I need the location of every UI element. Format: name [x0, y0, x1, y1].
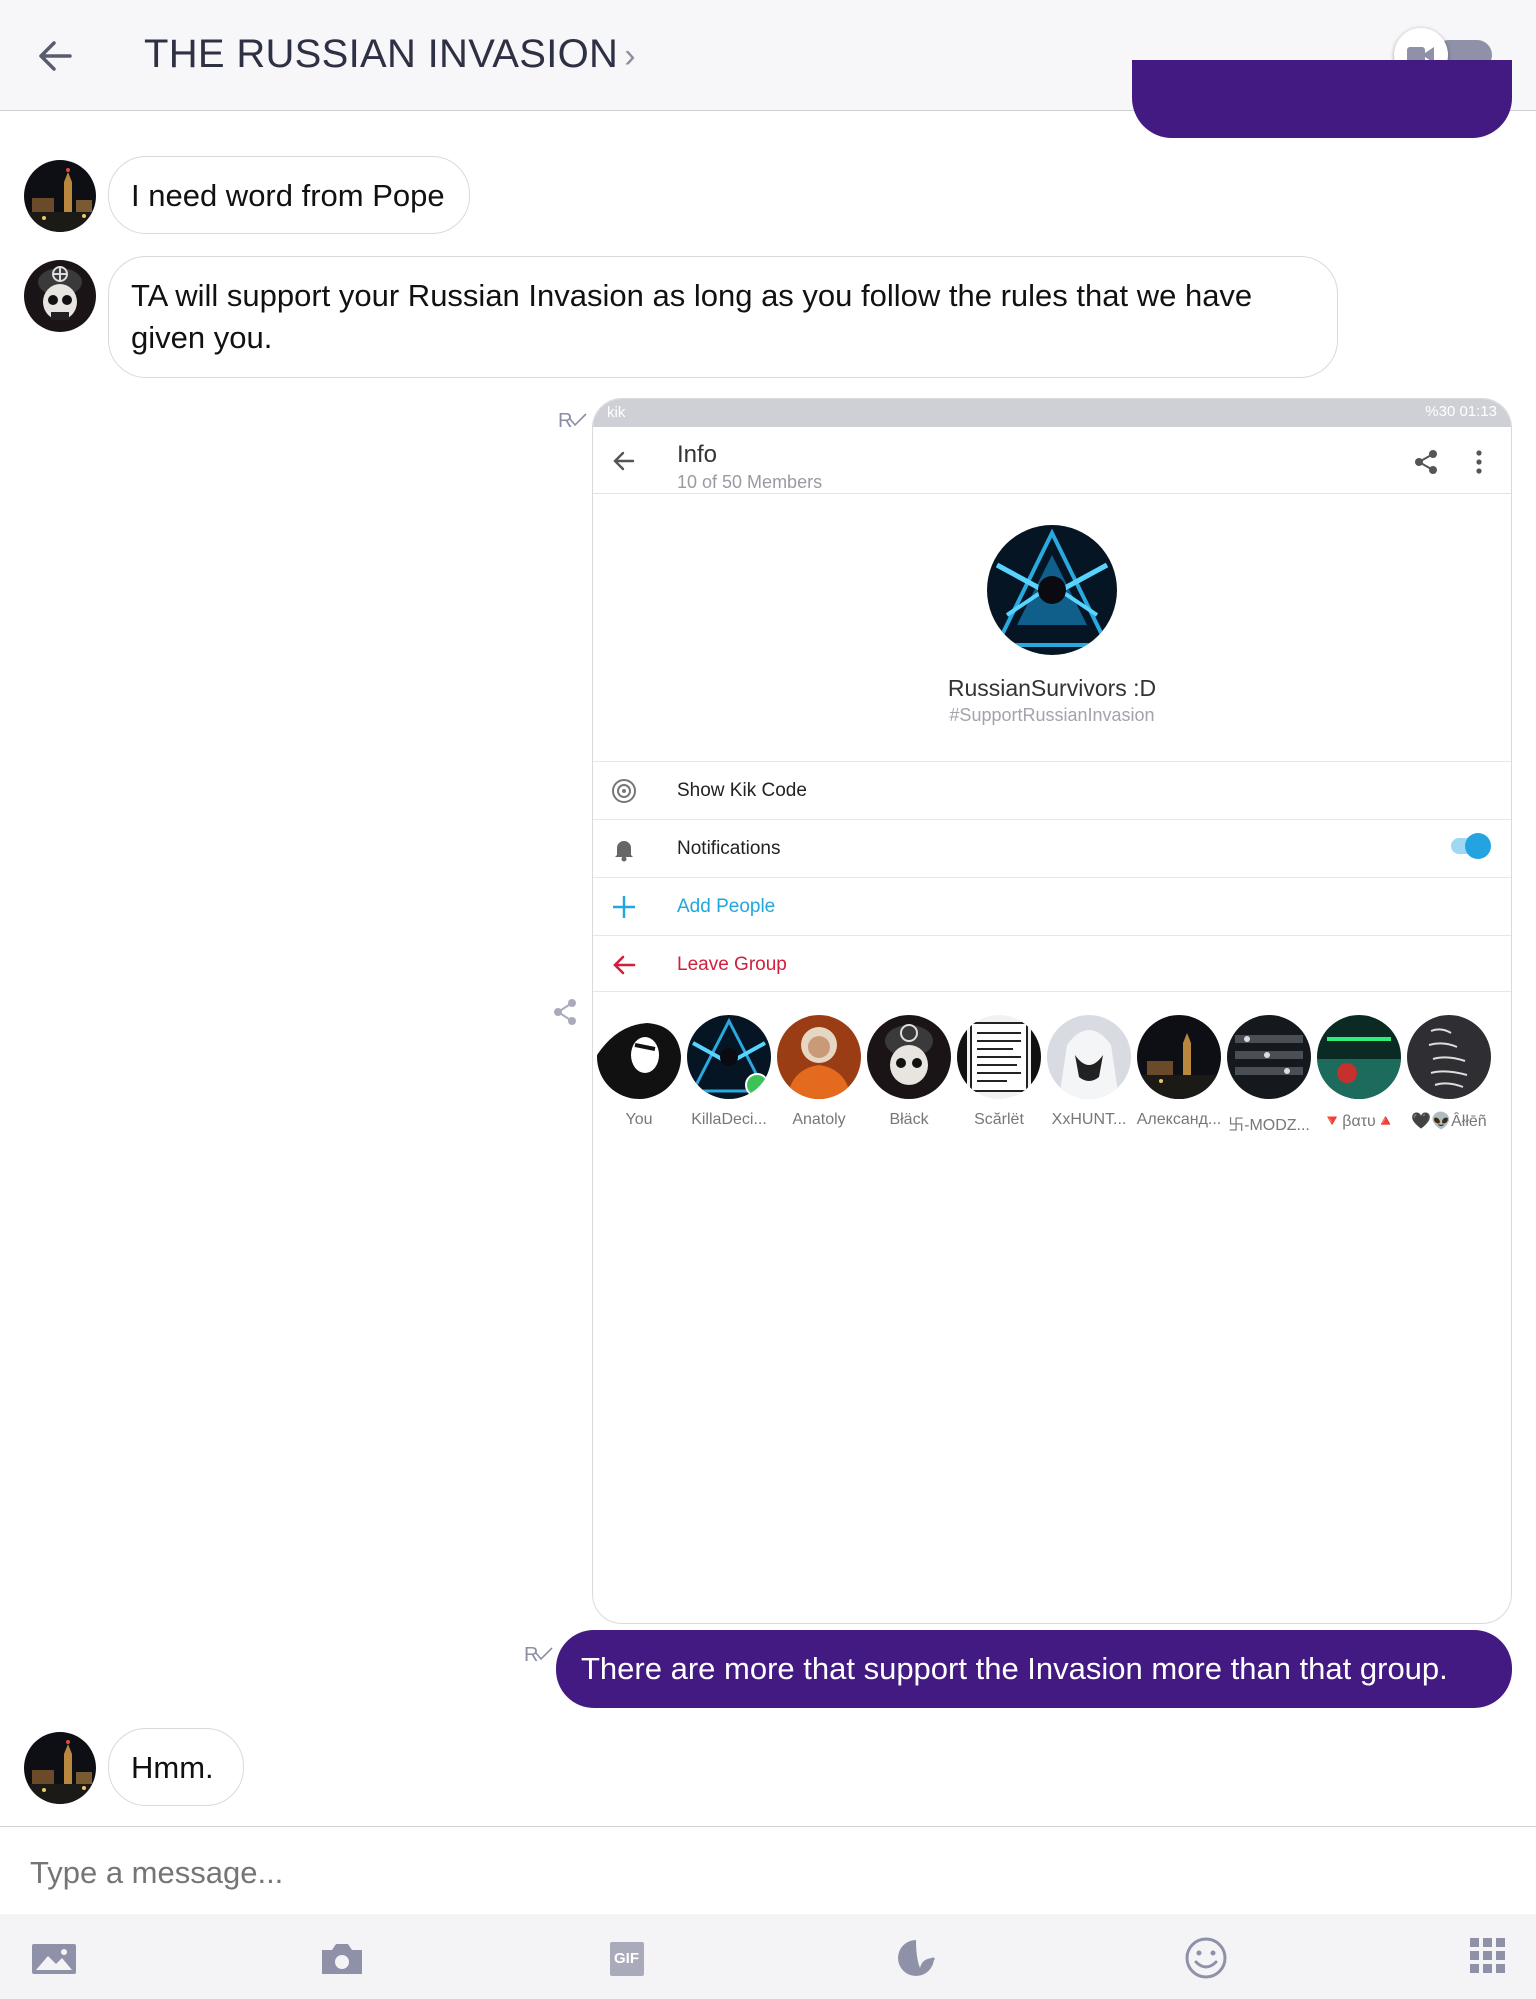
- message-text: There are more that support the Invasion…: [581, 1651, 1448, 1686]
- leave-arrow-icon: [611, 952, 637, 983]
- input-toolbar: GIF: [0, 1914, 1536, 1999]
- member-item: Błäck: [865, 1015, 953, 1129]
- message-input[interactable]: [30, 1855, 1430, 1891]
- status-app-label: kik: [607, 404, 626, 421]
- member-item: KillaDeci...: [685, 1015, 773, 1129]
- apps-grid-icon[interactable]: [1468, 1936, 1516, 1980]
- read-receipt-icon: R: [524, 1644, 554, 1667]
- share-icon: [1413, 449, 1439, 480]
- member-avatar: [957, 1015, 1041, 1099]
- read-receipt-icon: R: [558, 410, 588, 433]
- camera-icon[interactable]: [318, 1936, 366, 1980]
- member-item: 🖤👽Âłłēñ: [1405, 1015, 1493, 1131]
- member-avatar: [687, 1015, 771, 1099]
- back-arrow-icon: [611, 449, 637, 478]
- back-arrow-icon[interactable]: [30, 30, 82, 82]
- row-label: Notifications: [677, 838, 781, 859]
- bell-icon: [611, 836, 637, 867]
- member-item: Александ...: [1135, 1015, 1223, 1129]
- row-notifications: Notifications: [593, 819, 1511, 877]
- status-bar: kik %30 01:13: [593, 399, 1511, 427]
- emoji-icon[interactable]: [1182, 1936, 1230, 1980]
- member-item: Scărlët: [955, 1015, 1043, 1129]
- member-name: 🖤👽Âłłēñ: [1411, 1113, 1487, 1130]
- message-text: Hmm.: [131, 1750, 214, 1785]
- member-avatar: [1227, 1015, 1311, 1099]
- notifications-toggle: [1451, 833, 1491, 859]
- incoming-message-bubble[interactable]: I need word from Pope: [108, 156, 470, 234]
- status-time: %30 01:13: [1425, 403, 1497, 420]
- info-title: Info: [677, 441, 718, 468]
- gif-icon[interactable]: GIF: [606, 1936, 654, 1980]
- group-name: RussianSurvivors :D: [947, 675, 1157, 701]
- avatar-kremlin[interactable]: [24, 1732, 96, 1804]
- row-show-kik-code: Show Kik Code: [593, 761, 1511, 819]
- incoming-message-bubble[interactable]: TA will support your Russian Invasion as…: [108, 256, 1338, 378]
- divider: [593, 991, 1511, 992]
- member-item: Anatoly: [775, 1015, 863, 1129]
- member-name: XxHUNT...: [1051, 1111, 1127, 1128]
- message-text: TA will support your Russian Invasion as…: [131, 278, 1253, 355]
- info-app-bar: Info 10 of 50 Members: [593, 427, 1511, 494]
- member-name: 🔻βατυ🔺: [1322, 1113, 1396, 1130]
- row-leave-group: Leave Group: [593, 935, 1511, 993]
- member-avatar: [867, 1015, 951, 1099]
- group-hashtag: #SupportRussianInvasion: [949, 705, 1155, 725]
- member-item: XxHUNT...: [1045, 1015, 1133, 1129]
- member-avatar: [597, 1015, 681, 1099]
- member-avatar: [1317, 1015, 1401, 1099]
- member-name: Błäck: [889, 1111, 929, 1128]
- member-name: 卐-MODZ...: [1228, 1117, 1310, 1134]
- group-avatar: [987, 525, 1117, 655]
- row-label: Add People: [677, 896, 776, 917]
- member-name: Александ...: [1136, 1111, 1222, 1128]
- share-icon[interactable]: [552, 998, 578, 1031]
- sticker-icon[interactable]: [894, 1936, 942, 1980]
- message-text: I need word from Pope: [131, 178, 445, 213]
- member-avatar: [1047, 1015, 1131, 1099]
- member-item: 🔻βατυ🔺: [1315, 1015, 1403, 1131]
- gallery-icon[interactable]: [30, 1936, 78, 1980]
- composer: [0, 1826, 1536, 1914]
- chat-title[interactable]: THE RUSSIAN INVASION ›: [144, 32, 636, 77]
- member-count: 10 of 50 Members: [677, 472, 823, 492]
- previous-message-bubble: [1132, 60, 1512, 138]
- incoming-message-bubble[interactable]: Hmm.: [108, 1728, 244, 1806]
- avatar-skull[interactable]: [24, 260, 96, 332]
- avatar-kremlin[interactable]: [24, 160, 96, 232]
- row-label: Show Kik Code: [677, 780, 807, 801]
- member-name: You: [625, 1111, 653, 1128]
- chat-title-text[interactable]: THE RUSSIAN INVASION: [144, 32, 618, 76]
- member-item: 卐-MODZ...: [1225, 1015, 1313, 1135]
- plus-icon: [611, 894, 637, 925]
- member-avatar: [777, 1015, 861, 1099]
- member-name: KillaDeci...: [691, 1111, 767, 1128]
- member-avatar: [1407, 1015, 1491, 1099]
- shared-screenshot[interactable]: kik %30 01:13 Info 10 of 50 Members Russ…: [592, 398, 1512, 1624]
- gif-label: GIF: [614, 1950, 639, 1967]
- row-add-people: Add People: [593, 877, 1511, 935]
- kik-code-icon: [611, 778, 637, 809]
- member-name: Anatoly: [792, 1111, 846, 1128]
- member-avatar: [1137, 1015, 1221, 1099]
- more-vert-icon: [1475, 449, 1483, 480]
- outgoing-message-bubble[interactable]: There are more that support the Invasion…: [556, 1630, 1512, 1708]
- member-item: You: [595, 1015, 683, 1129]
- row-label: Leave Group: [677, 954, 787, 975]
- member-name: Scărlët: [974, 1111, 1024, 1128]
- chevron-right-icon: ›: [624, 37, 636, 75]
